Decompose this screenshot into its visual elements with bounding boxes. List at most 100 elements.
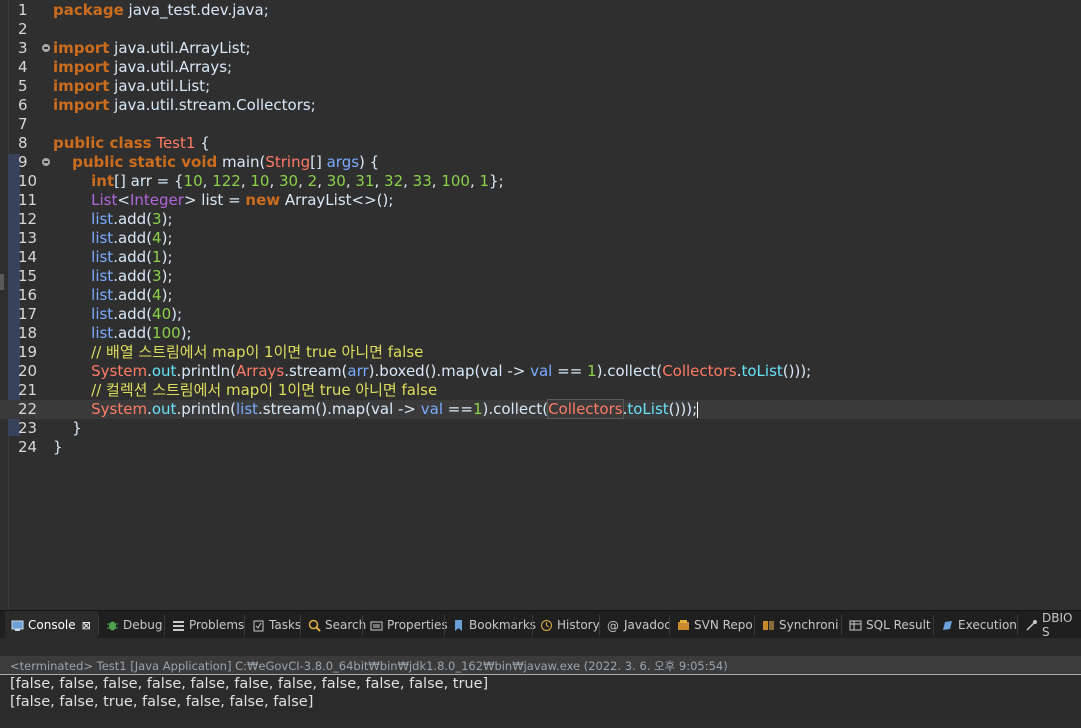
code-line[interactable]: 10 int[] arr = {10, 122, 10, 30, 2, 30, … xyxy=(0,172,1081,191)
console-status-line: <terminated> Test1 [Java Application] C:… xyxy=(0,656,1081,675)
code-text[interactable]: list.add(40); xyxy=(53,305,182,324)
code-text[interactable]: // 컬렉션 스트림에서 map이 1이면 true 아니면 false xyxy=(53,381,437,400)
line-number: 21 xyxy=(18,381,38,399)
tab-bookmarks[interactable]: Bookmarks xyxy=(446,611,536,639)
console-output-line: [false, false, true, false, false, false… xyxy=(10,694,314,710)
tab-separator xyxy=(599,615,600,635)
code-text[interactable]: public class Test1 { xyxy=(53,134,210,153)
code-editor[interactable]: 1 package java_test.dev.java; 2 3 import jav… xyxy=(0,0,1081,610)
tab-label: Properties xyxy=(387,618,448,632)
code-line[interactable]: 12 list.add(3); xyxy=(0,210,1081,229)
line-number: 3 xyxy=(18,39,28,57)
fold-collapse-icon[interactable] xyxy=(42,44,50,52)
tab-separator xyxy=(362,615,363,635)
code-line[interactable]: 11 List<Integer> list = new ArrayList<>(… xyxy=(0,191,1081,210)
code-text[interactable]: // 배열 스트림에서 map이 1이면 true 아니면 false xyxy=(53,343,423,362)
code-text[interactable]: list.add(4); xyxy=(53,229,172,248)
line-number: 24 xyxy=(18,438,38,456)
tab-execution[interactable]: Execution xyxy=(935,611,1017,639)
line-number: 13 xyxy=(18,229,38,247)
tab-properties[interactable]: Properties xyxy=(364,611,448,639)
svg-text:@: @ xyxy=(607,619,619,632)
problems-icon xyxy=(172,619,185,632)
tab-debug[interactable]: Debug xyxy=(100,611,164,639)
tab-label: Bookmarks xyxy=(469,618,537,632)
code-line[interactable]: 24} xyxy=(0,438,1081,457)
close-tab-icon[interactable]: ⊠ xyxy=(82,619,91,632)
line-number: 12 xyxy=(18,210,38,228)
code-line[interactable]: 15 list.add(3); xyxy=(0,267,1081,286)
code-line[interactable]: 6 import java.util.stream.Collectors; xyxy=(0,96,1081,115)
sync-icon xyxy=(762,619,775,632)
tab-sql-result[interactable]: SQL Result xyxy=(843,611,933,639)
fold-collapse-icon[interactable] xyxy=(42,158,50,166)
code-line[interactable]: 9 public static void main(String[] args)… xyxy=(0,153,1081,172)
code-text[interactable]: } xyxy=(53,419,82,438)
code-text[interactable]: System.out.println(Arrays.stream(arr).bo… xyxy=(53,362,811,381)
tab-label: Javadoc xyxy=(624,618,671,632)
tasks-icon xyxy=(252,619,265,632)
tab-label: Execution xyxy=(958,618,1017,632)
code-line[interactable]: 18 list.add(100); xyxy=(0,324,1081,343)
code-text[interactable]: public static void main(String[] args) { xyxy=(53,153,379,172)
code-text[interactable]: list.add(1); xyxy=(53,248,172,267)
code-text[interactable]: List<Integer> list = new ArrayList<>(); xyxy=(53,191,393,210)
code-text[interactable]: import java.util.List; xyxy=(53,77,210,96)
line-number: 9 xyxy=(18,153,28,171)
code-line[interactable]: 21 // 컬렉션 스트림에서 map이 1이면 true 아니면 false xyxy=(0,381,1081,400)
code-line[interactable]: 5 import java.util.List; xyxy=(0,77,1081,96)
search-icon xyxy=(308,619,321,632)
tab-dbio-s[interactable]: DBIO S xyxy=(1019,611,1081,639)
code-text[interactable]: import java.util.Arrays; xyxy=(53,58,232,77)
code-line[interactable]: 4 import java.util.Arrays; xyxy=(0,58,1081,77)
code-text[interactable]: list.add(3); xyxy=(53,267,172,286)
tab-history[interactable]: History xyxy=(534,611,600,639)
tab-separator xyxy=(754,615,755,635)
line-number: 14 xyxy=(18,248,38,266)
code-line[interactable]: 3 import java.util.ArrayList; xyxy=(0,39,1081,58)
line-number: 16 xyxy=(18,286,38,304)
code-line[interactable]: 20 System.out.println(Arrays.stream(arr)… xyxy=(0,362,1081,381)
tab-console[interactable]: Console ⊠ xyxy=(5,611,98,639)
code-line[interactable]: 13 list.add(4); xyxy=(0,229,1081,248)
code-text[interactable]: import java.util.ArrayList; xyxy=(53,39,251,58)
tab-label: Problems xyxy=(189,618,245,632)
code-text[interactable]: System.out.println(list.stream().map(val… xyxy=(53,399,699,419)
code-text[interactable]: list.add(3); xyxy=(53,210,172,229)
tab-separator xyxy=(1017,615,1018,635)
code-text[interactable]: list.add(100); xyxy=(53,324,191,343)
code-line[interactable]: 14 list.add(1); xyxy=(0,248,1081,267)
tab-separator xyxy=(300,615,301,635)
code-line[interactable]: 2 xyxy=(0,20,1081,39)
code-line[interactable]: 19 // 배열 스트림에서 map이 1이면 true 아니면 false xyxy=(0,343,1081,362)
code-line[interactable]: 7 xyxy=(0,115,1081,134)
line-number: 8 xyxy=(18,134,28,152)
tab-separator xyxy=(444,615,445,635)
console-view[interactable]: <terminated> Test1 [Java Application] C:… xyxy=(0,638,1081,728)
tab-synchroni[interactable]: Synchroni xyxy=(756,611,841,639)
tab-tasks[interactable]: Tasks xyxy=(246,611,301,639)
tab-svn-repo[interactable]: SVN Repo xyxy=(671,611,754,639)
tab-javadoc[interactable]: @ Javadoc xyxy=(601,611,671,639)
tab-search[interactable]: Search xyxy=(302,611,366,639)
code-line[interactable]: 16 list.add(4); xyxy=(0,286,1081,305)
tab-label: History xyxy=(557,618,600,632)
tab-label: DBIO S xyxy=(1042,611,1073,639)
code-line-current[interactable]: 22 System.out.println(list.stream().map(… xyxy=(0,399,1081,419)
tab-separator xyxy=(841,615,842,635)
code-text[interactable]: package java_test.dev.java; xyxy=(53,1,269,20)
code-text[interactable]: import java.util.stream.Collectors; xyxy=(53,96,316,115)
code-line[interactable]: 17 list.add(40); xyxy=(0,305,1081,324)
tab-separator xyxy=(669,615,670,635)
tab-separator xyxy=(933,615,934,635)
code-line[interactable]: 1 package java_test.dev.java; xyxy=(0,1,1081,20)
tab-problems[interactable]: Problems xyxy=(166,611,244,639)
tab-label: SVN Repo xyxy=(694,618,753,632)
properties-icon xyxy=(370,619,383,632)
code-text[interactable]: int[] arr = {10, 122, 10, 30, 2, 30, 31,… xyxy=(53,172,504,191)
code-line[interactable]: 23 } xyxy=(0,419,1081,438)
code-text[interactable]: } xyxy=(53,438,63,457)
code-line[interactable]: 8 public class Test1 { xyxy=(0,134,1081,153)
code-text[interactable]: list.add(4); xyxy=(53,286,172,305)
at-icon: @ xyxy=(607,619,620,633)
